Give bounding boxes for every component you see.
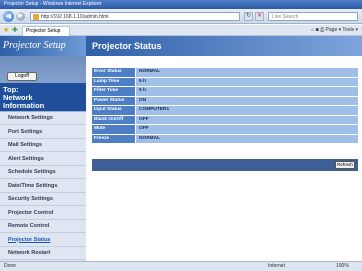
sidebar-item-schedule-settings[interactable]: Schedule Settings: [0, 166, 86, 179]
address-text: http://192.168.1.10/admin.html: [41, 14, 109, 20]
home-icon[interactable]: ⌂: [311, 27, 314, 33]
sidebar-item-port-settings[interactable]: Port Settings: [0, 126, 86, 139]
browser-toolbar: ◀ ▶ http://192.168.1.10/admin.html ↻ ✕ L…: [0, 9, 362, 24]
status-value: NORMAL: [136, 134, 358, 143]
arrow-right-icon: ▶: [18, 13, 23, 19]
status-label: Filter Time: [92, 87, 135, 96]
sidebar-item-projector-control[interactable]: Projector Control: [0, 207, 86, 220]
print-icon[interactable]: ⎙: [320, 27, 324, 33]
address-bar[interactable]: http://192.168.1.10/admin.html: [30, 12, 240, 21]
status-row: Filter Time 5 h: [92, 87, 358, 96]
browser-status-bar: Done Internet 100%: [0, 261, 362, 271]
main-content: Projector Status Error Status NORMAL Lamp …: [86, 36, 362, 261]
tab-row: ★ ✚ Projector Setup ⌂ ◙ ⎙ Page ▾ Tools ▾: [0, 25, 362, 36]
logo: Projector Setup: [0, 36, 86, 56]
sidebar-item-network-restart[interactable]: Network Restart: [0, 247, 86, 260]
status-row: Power Status ON: [92, 96, 358, 105]
page-icon: [33, 14, 39, 20]
status-label: Blank On/Off: [92, 115, 135, 124]
browser-tab[interactable]: Projector Setup: [22, 26, 70, 36]
status-row: Freeze NORMAL: [92, 134, 358, 143]
window-title-bar: Projector Setup - Windows Internet Explo…: [0, 0, 362, 9]
status-label: Mute: [92, 125, 135, 134]
page: Projector Setup Logoff Top: Network Info…: [0, 36, 362, 261]
status-row: Error Status NORMAL: [92, 68, 358, 77]
status-row: Lamp Time 5 h: [92, 77, 358, 86]
status-value: 5 h: [136, 77, 358, 86]
status-value: NORMAL: [136, 68, 358, 77]
sidebar-item-projector-status[interactable]: Projector Status: [0, 234, 86, 247]
sidebar-item-mail-settings[interactable]: Mail Settings: [0, 139, 86, 152]
status-value: OFF: [136, 125, 358, 134]
sidebar-item-remote-control[interactable]: Remote Control: [0, 220, 86, 233]
command-bar[interactable]: ⌂ ◙ ⎙ Page ▾ Tools ▾: [311, 26, 358, 35]
page-title: Projector Status: [86, 36, 362, 56]
search-input[interactable]: Live Search: [268, 12, 358, 21]
favorites-star-icon[interactable]: ★: [3, 26, 9, 35]
zoom-level[interactable]: 100%: [336, 262, 349, 271]
logoff-button[interactable]: Logoff: [7, 72, 37, 81]
status-text: Done: [4, 263, 16, 269]
tab-title: Projector Setup: [26, 28, 61, 34]
sidebar-item-alert-settings[interactable]: Alert Settings: [0, 153, 86, 166]
sidebar-item-security-settings[interactable]: Security Settings: [0, 193, 86, 206]
status-table: Error Status NORMAL Lamp Time 5 h Filter Tim…: [92, 68, 358, 144]
add-favorites-icon[interactable]: ✚: [12, 26, 18, 35]
status-label: Error Status: [92, 68, 135, 77]
status-label: Freeze: [92, 134, 135, 143]
status-label: Input Status: [92, 106, 135, 115]
arrow-left-icon: ◀: [5, 13, 12, 20]
window-title: Projector Setup - Windows Internet Explo…: [4, 1, 102, 7]
forward-button[interactable]: ▶: [16, 12, 25, 21]
status-row: Input Status COMPUTER1: [92, 106, 358, 115]
status-row: Blank On/Off OFF: [92, 115, 358, 124]
command-bar-text[interactable]: Page ▾ Tools ▾: [326, 27, 358, 33]
status-value: OFF: [136, 115, 358, 124]
status-value: COMPUTER1: [136, 106, 358, 115]
refresh-bar: Refresh: [92, 159, 358, 171]
security-zone: Internet: [268, 263, 285, 269]
status-label: Lamp Time: [92, 77, 135, 86]
sidebar-item-date-time-settings[interactable]: Date/Time Settings: [0, 180, 86, 193]
status-value: ON: [136, 96, 358, 105]
search-placeholder: Live Search: [272, 14, 299, 20]
stop-icon[interactable]: ✕: [255, 12, 264, 21]
refresh-icon[interactable]: ↻: [244, 12, 253, 21]
feeds-icon[interactable]: ◙: [316, 27, 319, 33]
status-label: Power Status: [92, 96, 135, 105]
sidebar-top-network-information[interactable]: Top: Network Information: [0, 83, 86, 111]
status-row: Mute OFF: [92, 125, 358, 134]
back-button[interactable]: ◀: [3, 11, 14, 22]
logo-text: Projector Setup: [3, 40, 66, 51]
refresh-button[interactable]: Refresh: [335, 161, 355, 169]
sidebar-item-network-settings[interactable]: Network Settings: [0, 112, 86, 125]
sidebar: Projector Setup Logoff Top: Network Info…: [0, 36, 86, 261]
status-value: 5 h: [136, 87, 358, 96]
